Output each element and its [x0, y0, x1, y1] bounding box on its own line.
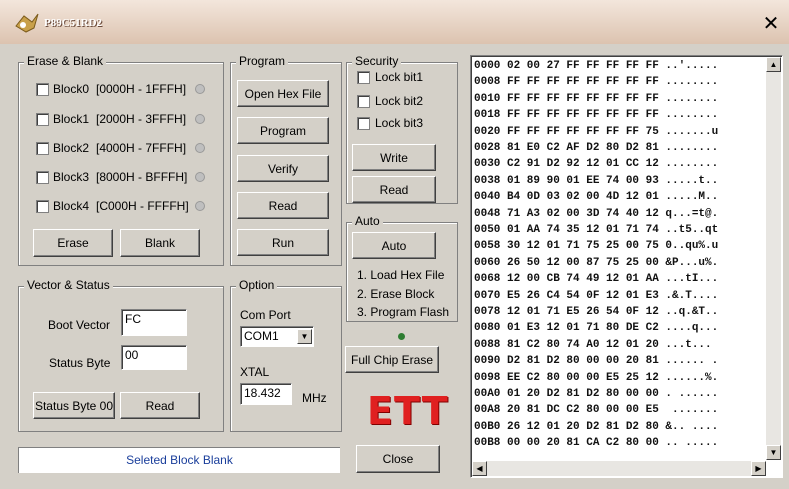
hex-line: 0070 E5 26 C4 54 0F 12 01 E3 .&.T....: [474, 289, 719, 302]
xtal-label: XTAL: [240, 365, 270, 379]
hex-line: 0010 FF FF FF FF FF FF FF FF ........: [474, 92, 719, 105]
xtal-unit: MHz: [302, 391, 327, 405]
boot-vector-field[interactable]: FC: [121, 309, 187, 336]
read-flash-button[interactable]: Read: [237, 192, 329, 219]
block0-range: [0000H - 1FFFH]: [96, 82, 187, 96]
block3-label: Block3: [53, 170, 90, 184]
hex-line: 00B0 26 12 01 20 D2 81 D2 80 &.. ....: [474, 420, 719, 433]
hex-line: 0088 81 C2 80 74 A0 12 01 20 ...t...: [474, 338, 719, 351]
program-legend: Program: [236, 54, 289, 68]
hex-line: 0000 02 00 27 FF FF FF FF FF ..'.....: [474, 60, 719, 72]
read-status-button[interactable]: Read: [120, 392, 200, 419]
hex-line: 0080 01 E3 12 01 71 80 DE C2 ....q...: [474, 322, 719, 335]
blank-button[interactable]: Blank: [120, 229, 200, 257]
status-led: [398, 333, 405, 340]
block2-range: [4000H - 7FFFH]: [96, 141, 187, 155]
hex-line: 0018 FF FF FF FF FF FF FF FF ........: [474, 109, 719, 122]
program-button[interactable]: Program: [237, 117, 329, 144]
scroll-down-arrow-icon[interactable]: ▼: [766, 445, 781, 460]
vector-status-legend: Vector & Status: [24, 278, 113, 292]
read-security-button[interactable]: Read: [352, 176, 436, 203]
auto-step-2: 2. Erase Block: [357, 287, 435, 301]
block4-label: Block4: [53, 199, 90, 213]
block4-indicator: [195, 201, 205, 211]
block1-indicator: [195, 114, 205, 124]
lock-bit3-checkbox[interactable]: [357, 117, 370, 130]
close-button[interactable]: Close: [356, 445, 440, 473]
auto-legend: Auto: [352, 214, 383, 228]
hex-line: 0030 C2 91 D2 92 12 01 CC 12 ........: [474, 158, 719, 171]
open-hex-file-button[interactable]: Open Hex File: [237, 80, 329, 107]
hex-line: 0038 01 89 90 01 EE 74 00 93 .....t..: [474, 174, 719, 187]
block2-indicator: [195, 143, 205, 153]
hex-line: 0028 81 E0 C2 AF D2 80 D2 81 ........: [474, 142, 719, 154]
block4-checkbox[interactable]: [36, 200, 49, 213]
hex-line: 00A0 01 20 D2 81 D2 80 00 00 . ......: [474, 388, 719, 400]
status-byte-00-button[interactable]: Status Byte 00: [33, 392, 115, 419]
block2-checkbox[interactable]: [36, 142, 49, 155]
status-bar: Seleted Block Blank: [18, 447, 340, 473]
auto-step-1: 1. Load Hex File: [357, 268, 445, 282]
block3-range: [8000H - BFFFH]: [96, 170, 188, 184]
block1-range: [2000H - 3FFFH]: [96, 112, 187, 126]
erase-blank-legend: Erase & Blank: [24, 54, 107, 68]
lock-bit2-checkbox[interactable]: [357, 95, 370, 108]
hex-line: 0040 B4 0D 03 02 00 4D 12 01 .....M..: [474, 191, 719, 204]
window-title: P89C51RD2: [44, 17, 103, 29]
write-button[interactable]: Write: [352, 144, 436, 171]
hex-line: 0008 FF FF FF FF FF FF FF FF ........: [474, 76, 719, 89]
title-bar: P89C51RD2 ✕: [0, 0, 789, 44]
hex-dump-view[interactable]: 0000 02 00 27 FF FF FF FF FF ..'..... 000…: [470, 55, 783, 478]
block1-label: Block1: [53, 112, 90, 126]
status-message: Seleted Block Blank: [126, 453, 233, 467]
erase-button[interactable]: Erase: [33, 229, 113, 257]
hex-line: 00A8 20 81 DC C2 80 00 00 E5 .......: [474, 404, 719, 417]
horizontal-scrollbar[interactable]: ◀ ▶: [472, 461, 766, 476]
app-icon: [15, 13, 39, 33]
lock-bit1-label: Lock bit1: [375, 70, 424, 84]
scroll-right-arrow-icon[interactable]: ▶: [751, 461, 766, 476]
com-port-label: Com Port: [240, 308, 291, 322]
verify-button[interactable]: Verify: [237, 155, 329, 182]
block1-checkbox[interactable]: [36, 113, 49, 126]
close-icon[interactable]: ✕: [760, 13, 782, 35]
hex-line: 0078 12 01 71 E5 26 54 0F 12 ..q.&T..: [474, 306, 719, 318]
security-legend: Security: [352, 54, 402, 68]
dropdown-arrow-icon[interactable]: ▼: [297, 329, 312, 344]
hex-line: 00B8 00 00 20 81 CA C2 80 00 .. .....: [474, 437, 719, 450]
hex-line: 0060 26 50 12 00 87 75 25 00 &P...u%.: [474, 256, 719, 269]
block2-label: Block2: [53, 141, 90, 155]
block0-indicator: [195, 84, 205, 94]
hex-line: 0068 12 00 CB 74 49 12 01 AA ...tI...: [474, 273, 719, 286]
option-legend: Option: [236, 278, 278, 292]
scroll-left-arrow-icon[interactable]: ◀: [472, 461, 487, 476]
block3-indicator: [195, 172, 205, 182]
hex-line: 0048 71 A3 02 00 3D 74 40 12 q...=t@.: [474, 207, 719, 220]
run-button[interactable]: Run: [237, 229, 329, 256]
lock-bit3-label: Lock bit3: [375, 116, 424, 130]
hex-line: 0050 01 AA 74 35 12 01 71 74 ..t5..qt: [474, 224, 719, 236]
block3-checkbox[interactable]: [36, 171, 49, 184]
ett-logo: ETT: [367, 389, 449, 433]
auto-button[interactable]: Auto: [352, 232, 436, 259]
hex-line: 0058 30 12 01 71 75 25 00 75 0..qu%.u: [474, 240, 719, 253]
block4-range: [C000H - FFFFH]: [96, 199, 189, 213]
hex-line: 0090 D2 81 D2 80 00 00 20 81 ...... .: [474, 355, 719, 368]
auto-step-3: 3. Program Flash: [357, 305, 450, 319]
status-byte-field[interactable]: 00: [121, 345, 187, 370]
lock-bit1-checkbox[interactable]: [357, 71, 370, 84]
boot-vector-label: Boot Vector: [48, 318, 111, 332]
block0-label: Block0: [53, 82, 90, 96]
scroll-up-arrow-icon[interactable]: ▲: [766, 57, 781, 72]
com-port-value: COM1: [244, 329, 279, 343]
hex-line: 0098 EE C2 80 00 00 E5 25 12 ......%.: [474, 371, 719, 384]
hex-line: 0020 FF FF FF FF FF FF FF 75 .......u: [474, 125, 719, 138]
xtal-field[interactable]: 18.432: [240, 383, 292, 405]
vertical-scrollbar[interactable]: ▲ ▼: [766, 57, 781, 460]
block0-checkbox[interactable]: [36, 83, 49, 96]
status-byte-label: Status Byte: [49, 356, 111, 370]
lock-bit2-label: Lock bit2: [375, 94, 424, 108]
full-chip-erase-button[interactable]: Full Chip Erase: [345, 346, 439, 373]
